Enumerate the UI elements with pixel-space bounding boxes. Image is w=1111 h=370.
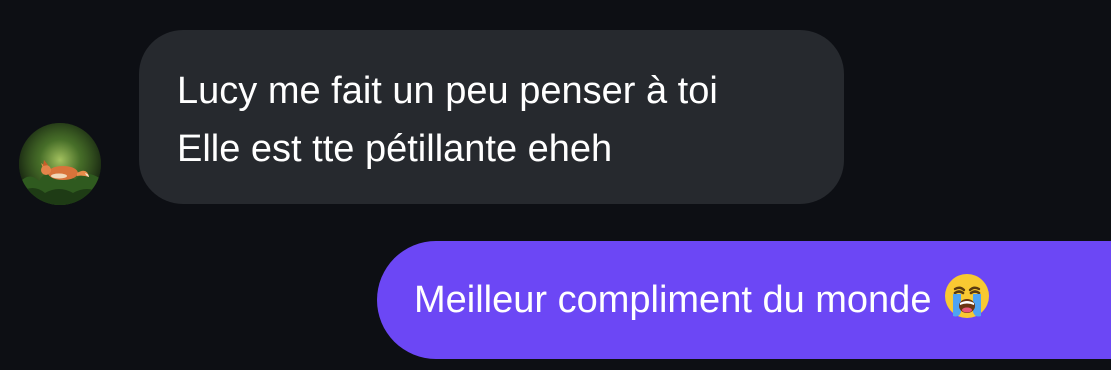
loudly-crying-face-emoji-icon <box>943 272 991 320</box>
received-message-line: Lucy me fait un peu penser à toi <box>177 70 718 112</box>
received-message-bubble[interactable]: Lucy me fait un peu penser à toi Elle es… <box>139 30 844 204</box>
received-message-line: Elle est tte pétillante eheh <box>177 128 613 170</box>
sent-message-bubble[interactable]: Meilleur compliment du monde <box>377 241 1111 359</box>
sent-message-text: Meilleur compliment du monde <box>414 279 932 321</box>
chat-thread: Lucy me fait un peu penser à toi Elle es… <box>0 0 1111 370</box>
fox-avatar-icon[interactable] <box>19 123 101 205</box>
